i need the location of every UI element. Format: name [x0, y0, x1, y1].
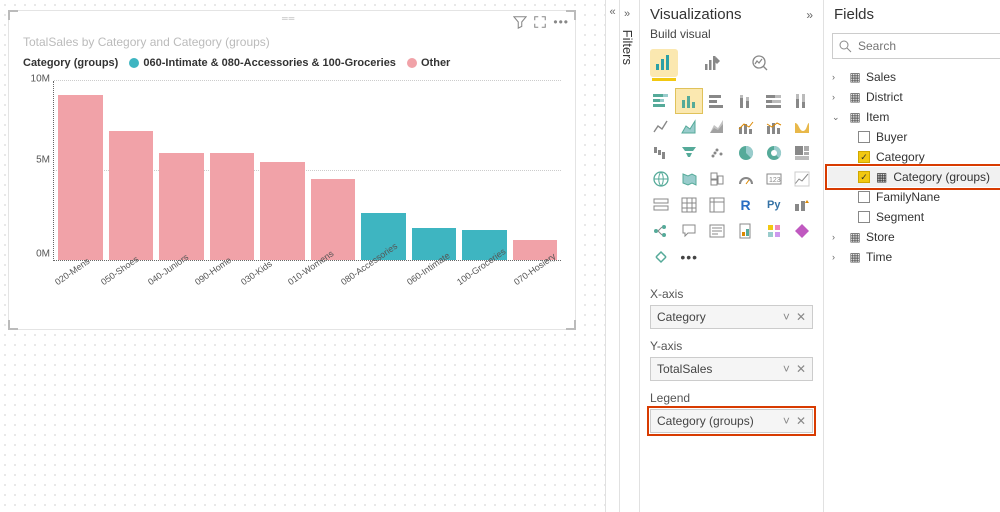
yaxis-well[interactable]: TotalSales˅✕ [650, 357, 813, 381]
viz-qa[interactable] [676, 219, 702, 243]
field-item[interactable]: Buyer [828, 127, 1000, 147]
checkbox[interactable]: ✓ [858, 151, 870, 163]
expand-chevron-icon[interactable]: » [624, 8, 630, 26]
viz-pane-title: Visualizations [650, 6, 741, 23]
bar[interactable] [260, 162, 305, 260]
viz-stacked-area[interactable] [704, 115, 730, 139]
checkbox[interactable] [858, 191, 870, 203]
viz-kpi[interactable] [789, 167, 815, 191]
bar[interactable] [109, 131, 154, 260]
viz-funnel[interactable] [676, 141, 702, 165]
viz-power-apps[interactable] [789, 219, 815, 243]
table-node[interactable]: ›▦Time [828, 247, 1000, 267]
legend-well-label: Legend [650, 391, 813, 405]
search-input[interactable] [858, 39, 1000, 53]
bar[interactable] [58, 95, 103, 260]
viz-matrix[interactable] [704, 193, 730, 217]
viz-line[interactable] [648, 115, 674, 139]
format-visual-tab[interactable] [698, 49, 726, 77]
viz-donut[interactable] [761, 141, 787, 165]
viz-shape-map[interactable] [704, 167, 730, 191]
bar[interactable] [159, 153, 204, 260]
field-item[interactable]: ✓Category [828, 147, 1000, 167]
viz-ribbon[interactable] [789, 115, 815, 139]
viz-r[interactable]: R [732, 193, 758, 217]
viz-100-bar[interactable] [761, 89, 787, 113]
more-options-icon[interactable]: ••• [553, 15, 569, 29]
viz-scatter[interactable] [704, 141, 730, 165]
viz-area[interactable] [676, 115, 702, 139]
remove-icon[interactable]: ✕ [796, 362, 806, 376]
chart-tile[interactable]: ══ ••• TotalSales by Category and Catego… [8, 10, 576, 330]
table-node[interactable]: ›▦Store [828, 227, 1000, 247]
viz-stacked-column[interactable] [732, 89, 758, 113]
drag-grip-icon[interactable]: ══ [282, 14, 302, 20]
fields-pane: Fields» ›▦Sales›▦District⌄▦ItemBuyer✓Cat… [823, 0, 1000, 512]
viz-clustered-column[interactable] [676, 89, 702, 113]
filter-icon[interactable] [513, 15, 527, 29]
viz-clustered-bar[interactable] [704, 89, 730, 113]
visual-type-gallery: 123 R Py ••• [640, 85, 823, 273]
svg-text:123: 123 [769, 177, 781, 184]
viz-combo2[interactable] [761, 115, 787, 139]
viz-pie[interactable] [732, 141, 758, 165]
viz-stacked-bar[interactable] [648, 89, 674, 113]
analytics-tab[interactable] [746, 49, 774, 77]
legend-well[interactable]: Category (groups)˅✕ [650, 409, 813, 433]
remove-icon[interactable]: ✕ [796, 310, 806, 324]
filters-pane-collapsed[interactable]: » Filters [619, 0, 639, 512]
legend-swatch-2 [407, 58, 417, 68]
bar[interactable] [210, 153, 255, 260]
chart-plot-area[interactable]: 0M 5M 10M [53, 81, 561, 261]
viz-combo[interactable] [732, 115, 758, 139]
checkbox[interactable] [858, 131, 870, 143]
fields-pane-title: Fields [834, 6, 874, 23]
xaxis-well[interactable]: Category˅✕ [650, 305, 813, 329]
viz-py[interactable]: Py [761, 193, 787, 217]
field-item[interactable]: Segment [828, 207, 1000, 227]
viz-gauge[interactable] [732, 167, 758, 191]
xaxis-well-label: X-axis [650, 287, 813, 301]
visualizations-pane: Visualizations » Build visual [639, 0, 823, 512]
chevron-down-icon[interactable]: ˅ [783, 310, 790, 324]
chart-legend: Category (groups) 060-Intimate & 080-Acc… [9, 55, 575, 77]
checkbox[interactable] [858, 211, 870, 223]
viz-get-more[interactable] [648, 245, 674, 269]
viz-apps[interactable] [761, 219, 787, 243]
collapse-chevron-icon[interactable]: » [806, 8, 813, 22]
legend-swatch-1 [129, 58, 139, 68]
viz-card[interactable]: 123 [761, 167, 787, 191]
viz-more-icon[interactable]: ••• [676, 245, 702, 269]
viz-slicer[interactable] [648, 193, 674, 217]
viz-narrative[interactable] [704, 219, 730, 243]
table-node[interactable]: ›▦Sales [828, 67, 1000, 87]
viz-100-column[interactable] [789, 89, 815, 113]
viz-waterfall[interactable] [648, 141, 674, 165]
focus-mode-icon[interactable] [533, 15, 547, 29]
viz-paginated[interactable] [732, 219, 758, 243]
table-node[interactable]: ›▦District [828, 87, 1000, 107]
viz-key-influencers[interactable] [789, 193, 815, 217]
checkbox[interactable]: ✓ [858, 171, 870, 183]
field-item[interactable]: FamilyNane [828, 187, 1000, 207]
chevron-down-icon[interactable]: ˅ [783, 362, 790, 376]
report-canvas[interactable]: ══ ••• TotalSales by Category and Catego… [0, 0, 605, 512]
yaxis-well-label: Y-axis [650, 339, 813, 353]
viz-map[interactable] [648, 167, 674, 191]
search-icon [839, 40, 852, 53]
chevron-down-icon[interactable]: ˅ [783, 414, 790, 428]
viz-filled-map[interactable] [676, 167, 702, 191]
collapse-chevron-icon[interactable]: « [605, 0, 619, 512]
remove-icon[interactable]: ✕ [796, 414, 806, 428]
build-visual-tab[interactable] [650, 49, 678, 77]
bar[interactable] [311, 179, 356, 260]
fields-search[interactable] [832, 33, 1000, 59]
field-item[interactable]: ✓▦Category (groups) [828, 167, 1000, 187]
viz-decomp[interactable] [648, 219, 674, 243]
table-node[interactable]: ⌄▦Item [828, 107, 1000, 127]
build-visual-label: Build visual [640, 27, 823, 47]
viz-treemap[interactable] [789, 141, 815, 165]
viz-table[interactable] [676, 193, 702, 217]
